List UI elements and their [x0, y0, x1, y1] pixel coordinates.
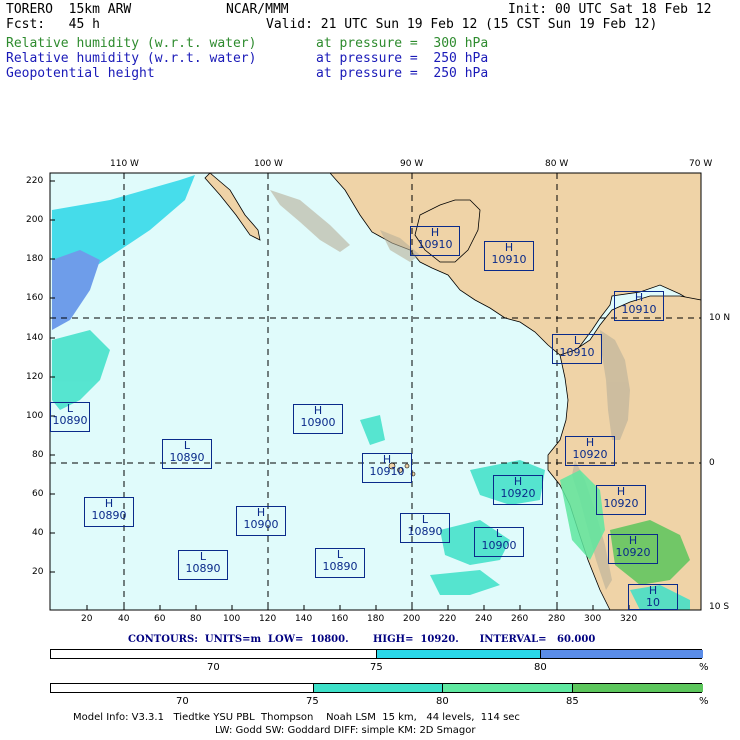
lon-label-90w: 90 W — [400, 159, 424, 169]
x-tick-label: 40 — [118, 614, 130, 624]
height-center: H 10900 — [236, 506, 286, 536]
x-tick-label: 260 — [511, 614, 529, 624]
colorbar-segment — [376, 650, 541, 658]
weather-map — [49, 172, 702, 611]
y-tick-label: 80 — [32, 450, 44, 460]
physics-info: LW: Godd SW: Goddard DIFF: simple KM: 2D… — [215, 725, 476, 736]
x-tick-label: 200 — [403, 614, 421, 624]
lon-label-100w: 100 W — [254, 159, 283, 169]
height-center: H 10920 — [565, 436, 615, 466]
colorbar-segment — [572, 684, 703, 692]
lon-label-70w: 70 W — [689, 159, 713, 169]
x-tick-label: 20 — [81, 614, 93, 624]
colorbar-300-unit: % — [699, 696, 709, 707]
colorbar-250-tick: 75 — [370, 662, 383, 673]
height-center: H 10920 — [493, 475, 543, 505]
colorbar-300-tick: 85 — [566, 696, 579, 707]
y-tick-label: 40 — [32, 528, 44, 538]
x-tick-label: 140 — [295, 614, 313, 624]
y-tick-label: 60 — [32, 489, 44, 499]
y-tick-label: 100 — [26, 411, 44, 421]
colorbar-250-tick: 80 — [534, 662, 547, 673]
colorbar-250-unit: % — [699, 662, 709, 673]
height-center: L 10900 — [474, 527, 524, 557]
colorbar-250hpa — [50, 649, 703, 659]
height-center: H 10 — [628, 584, 678, 610]
x-tick-label: 320 — [620, 614, 638, 624]
y-tick-label: 180 — [26, 254, 44, 264]
y-tick-label: 220 — [26, 176, 44, 186]
lat-label-0: 0 — [709, 458, 715, 468]
lat-label-10s: 10 S — [709, 602, 730, 612]
y-tick-label: 160 — [26, 293, 44, 303]
height-center: L 10890 — [50, 402, 90, 432]
height-center: H 10890 — [84, 497, 134, 527]
model-info: Model Info: V3.3.1 Tiedtke YSU PBL Thomp… — [73, 712, 520, 723]
height-center: L 10890 — [178, 550, 228, 580]
x-tick-label: 300 — [584, 614, 602, 624]
colorbar-300-tick: 70 — [176, 696, 189, 707]
x-tick-label: 120 — [259, 614, 277, 624]
y-tick-label: 140 — [26, 333, 44, 343]
colorbar-segment — [51, 684, 313, 692]
x-tick-label: 60 — [154, 614, 166, 624]
height-center: H 10920 — [596, 485, 646, 515]
lat-label-10n: 10 N — [709, 313, 731, 323]
height-center: H 10920 — [608, 534, 658, 564]
colorbar-segment — [442, 684, 573, 692]
x-tick-label: 220 — [439, 614, 457, 624]
height-center: H 10910 — [410, 226, 460, 256]
colorbar-segment — [51, 650, 376, 658]
x-tick-label: 160 — [331, 614, 349, 624]
colorbar-300hpa — [50, 683, 703, 693]
colorbar-300-tick: 75 — [306, 696, 319, 707]
colorbar-segment — [540, 650, 703, 658]
height-center: L 10890 — [162, 439, 212, 469]
height-center: L 10910 — [552, 334, 602, 364]
height-center: L 10890 — [400, 513, 450, 543]
colorbar-250-tick: 70 — [207, 662, 220, 673]
colorbar-segment — [313, 684, 443, 692]
x-tick-label: 280 — [548, 614, 566, 624]
lon-label-110w: 110 W — [110, 159, 139, 169]
contour-info: CONTOURS: UNITS=m LOW= 10800. HIGH= 1092… — [128, 634, 596, 645]
y-tick-label: 20 — [32, 567, 44, 577]
y-tick-label: 200 — [26, 215, 44, 225]
height-center: H 10910 — [362, 453, 412, 483]
height-center: H 10900 — [293, 404, 343, 434]
height-center: L 10890 — [315, 548, 365, 578]
x-tick-label: 80 — [190, 614, 202, 624]
y-tick-label: 120 — [26, 372, 44, 382]
height-center: H 10910 — [614, 291, 664, 321]
x-tick-label: 100 — [223, 614, 241, 624]
colorbar-300-tick: 80 — [436, 696, 449, 707]
x-tick-label: 180 — [367, 614, 385, 624]
height-center: H 10910 — [484, 241, 534, 271]
lon-label-80w: 80 W — [545, 159, 569, 169]
x-tick-label: 240 — [475, 614, 493, 624]
